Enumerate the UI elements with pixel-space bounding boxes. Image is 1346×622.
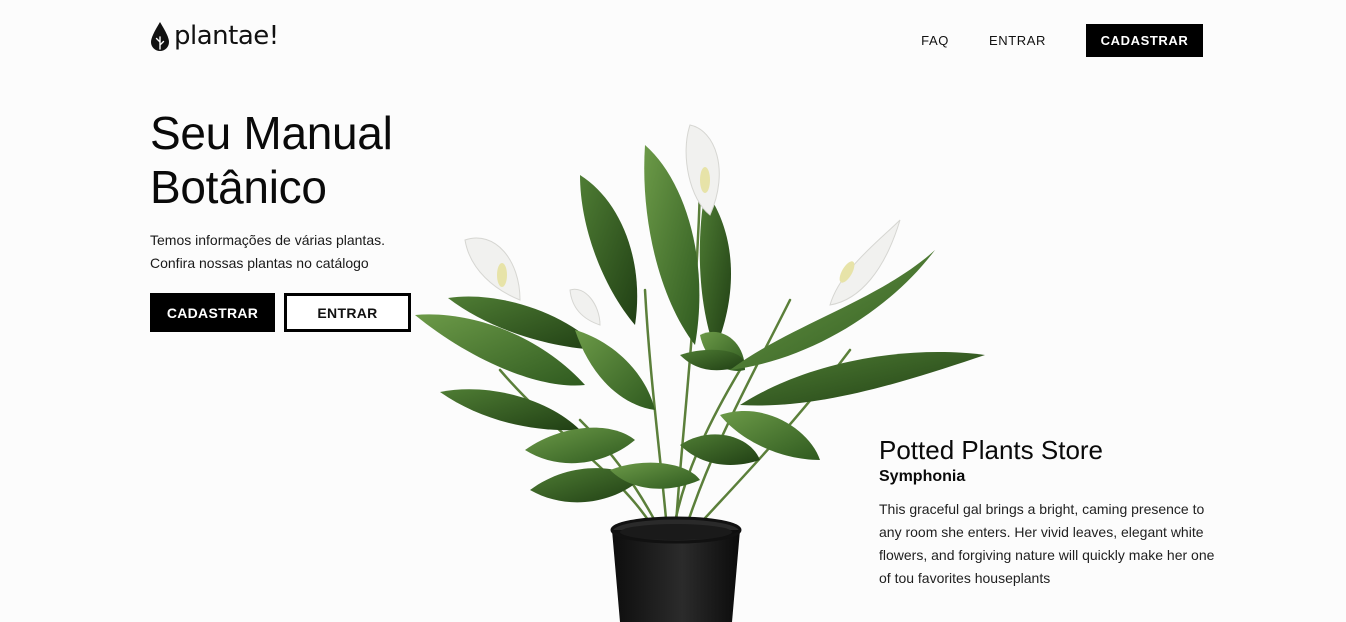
hero-description: Temos informações de várias plantas. Con… [150,229,385,275]
plant-name: Symphonia [879,468,966,485]
hero-login-button[interactable]: ENTRAR [284,293,411,332]
main-nav: FAQ ENTRAR CADASTRAR [921,24,1203,57]
hero-title: Seu Manual Botânico [150,106,393,214]
plant-description: This graceful gal brings a bright, camin… [879,501,1215,586]
hero-title-line-2: Botânico [150,161,327,213]
store-info: Potted Plants Store Symphonia This grace… [879,434,1219,590]
hero-description-line-2: Confira nossas plantas no catálogo [150,255,369,271]
hero-title-line-1: Seu Manual [150,107,393,159]
hero-actions: CADASTRAR ENTRAR [150,293,411,332]
brand-name: plantae! [174,21,279,51]
store-title: Potted Plants Store [879,435,1104,465]
hero-signup-button[interactable]: CADASTRAR [150,293,275,332]
nav-login-link[interactable]: ENTRAR [989,24,1046,57]
hero-description-line-1: Temos informações de várias plantas. [150,232,385,248]
brand-logo[interactable]: plantae! [150,20,279,52]
nav-faq-link[interactable]: FAQ [921,24,949,57]
nav-signup-button[interactable]: CADASTRAR [1086,24,1203,57]
leaf-drop-icon [151,22,169,51]
